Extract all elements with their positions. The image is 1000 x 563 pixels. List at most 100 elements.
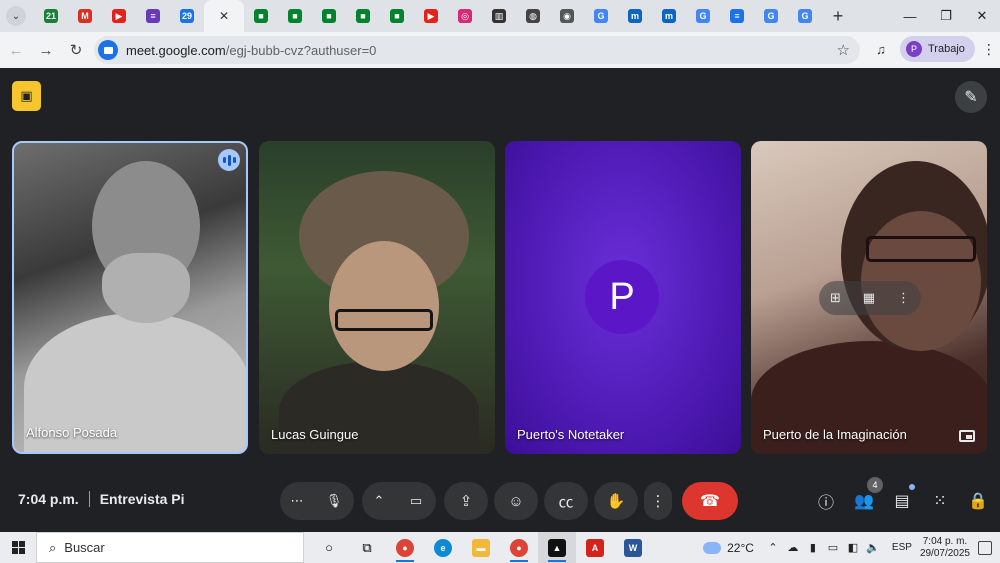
captions-icon[interactable]: ㏄ <box>544 482 588 520</box>
bookmark-star-icon[interactable]: ☆ <box>837 41 850 59</box>
site-info-icon[interactable] <box>98 40 118 60</box>
activities-icon[interactable]: ⁙ <box>921 486 959 516</box>
cortana-icon[interactable]: ○ <box>310 532 348 563</box>
task-view-icon[interactable]: ⧉ <box>348 532 386 563</box>
close-tab-icon[interactable]: ✕ <box>217 9 231 23</box>
participant-video <box>866 236 976 262</box>
browser-tab-strip: ⌄ 21 M ▶ ≡ 29 ✕ ■ ■ ■ ■ ■ ▶ ◎ ▥ ◍ ◉ Gm m G ≡ G G + — ❐ ✕ <box>0 0 1000 32</box>
raise-hand-icon[interactable]: ✋ <box>594 482 638 520</box>
forward-icon[interactable]: → <box>32 36 60 64</box>
url-text[interactable]: meet.google.com/egj-bubb-cvz?authuser=0 <box>126 43 376 58</box>
new-tab-button[interactable]: + <box>826 4 850 28</box>
participant-tile[interactable]: P Puerto's Notetaker <box>505 141 741 454</box>
people-icon[interactable]: 👥 4 <box>845 477 883 516</box>
tab-list: 21 M ▶ ≡ 29 ✕ ■ ■ ■ ■ ■ ▶ ◎ ▥ ◍ ◉ Gm m G ≡ G G <box>34 0 822 32</box>
browser-tab[interactable]: ■ <box>380 0 414 32</box>
address-bar[interactable]: meet.google.com/egj-bubb-cvz?authuser=0 … <box>94 36 860 64</box>
restore-button[interactable]: ❐ <box>928 0 964 32</box>
browser-tab[interactable]: M <box>68 0 102 32</box>
remove-from-grid-icon[interactable]: ▦ <box>863 290 875 306</box>
profile-button[interactable]: P Trabajo <box>900 36 975 62</box>
browser-tab[interactable]: ◉ <box>550 0 584 32</box>
browser-tab[interactable]: G <box>584 0 618 32</box>
file-explorer-icon[interactable]: ▬ <box>462 532 500 563</box>
youtube-icon: ▶ <box>112 9 126 23</box>
browser-tab[interactable]: ■ <box>346 0 380 32</box>
acrobat-app-icon[interactable]: A <box>576 532 614 563</box>
notifications-icon[interactable] <box>978 540 992 555</box>
calendar-icon: 29 <box>180 9 194 23</box>
battery-icon[interactable]: ▭ <box>824 541 842 554</box>
show-hidden-icons-icon[interactable]: ⌃ <box>764 541 782 554</box>
browser-tab[interactable]: ▥ <box>482 0 516 32</box>
camera-icon[interactable]: ▭ <box>396 482 436 520</box>
minimize-button[interactable]: — <box>892 0 928 32</box>
participant-name: Puerto de la Imaginación <box>763 427 907 442</box>
language-indicator[interactable]: ESP <box>892 542 912 553</box>
browser-tab[interactable]: G <box>686 0 720 32</box>
chat-icon[interactable]: ▤ <box>883 484 921 516</box>
browser-tab[interactable]: ■ <box>278 0 312 32</box>
reload-icon[interactable]: ↻ <box>62 36 90 64</box>
weather-widget[interactable]: 22°C <box>703 541 754 555</box>
edge-app-icon[interactable]: e <box>424 532 462 563</box>
browser-tab[interactable]: ◎ <box>448 0 482 32</box>
browser-tab[interactable]: m <box>618 0 652 32</box>
reactions-icon[interactable]: ☺ <box>494 482 538 520</box>
microphone-icon[interactable]: 🎙 <box>314 482 354 520</box>
leave-call-button[interactable]: ☎ <box>682 482 738 520</box>
video-options-icon[interactable]: ⌃ <box>362 482 396 520</box>
camera-off-indicator-icon[interactable]: ▣ <box>12 81 41 111</box>
participant-tile[interactable]: Lucas Guingue <box>259 141 495 454</box>
call-controls: ⋯ 🎙 ⌃ ▭ ⇪ ☺ ㏄ ✋ ⋮ ☎ <box>280 482 738 520</box>
browser-tab[interactable]: ≡ <box>136 0 170 32</box>
audio-options-icon[interactable]: ⋯ <box>280 482 314 520</box>
browser-tab[interactable]: m <box>652 0 686 32</box>
tab-search-icon[interactable]: ⌄ <box>6 6 26 26</box>
host-controls-icon[interactable]: 🔒 <box>959 486 997 516</box>
taskbar-clock[interactable]: 7:04 p. m. 29/07/2025 <box>920 536 970 560</box>
people-count-badge: 4 <box>867 477 883 493</box>
browser-tab[interactable]: ▶ <box>414 0 448 32</box>
media-control-icon[interactable]: ♫ <box>870 38 892 60</box>
browser-tab[interactable]: ✕ <box>204 0 244 32</box>
url-path: /egj-bubb-cvz?authuser=0 <box>225 42 377 58</box>
volume-icon[interactable]: 🔈 <box>864 541 882 554</box>
taskbar-search-box[interactable]: ⌕ Buscar <box>36 532 304 563</box>
cloud-sync-icon[interactable]: ☁ <box>784 541 802 554</box>
browser-tab[interactable]: ≡ <box>720 0 754 32</box>
present-screen-icon[interactable]: ⇪ <box>444 482 488 520</box>
word-app-icon[interactable]: W <box>614 532 652 563</box>
browser-tab[interactable]: G <box>788 0 822 32</box>
browser-tab[interactable]: ■ <box>244 0 278 32</box>
browser-tab[interactable]: ■ <box>312 0 346 32</box>
participant-tile[interactable]: Alfonso Posada <box>12 141 248 454</box>
chrome-app-icon[interactable]: ● <box>386 532 424 563</box>
meeting-details-icon[interactable]: ⓘ <box>807 486 845 516</box>
more-options-icon[interactable]: ⋮ <box>644 482 672 520</box>
photos-app-icon[interactable]: ▲ <box>538 532 576 563</box>
picture-in-picture-icon[interactable] <box>959 430 975 442</box>
browser-tab[interactable]: 21 <box>34 0 68 32</box>
browser-tab[interactable]: ◍ <box>516 0 550 32</box>
chrome-icon: ◉ <box>560 9 574 23</box>
browser-tab[interactable]: G <box>754 0 788 32</box>
back-icon[interactable]: ← <box>2 36 30 64</box>
instagram-icon: ◎ <box>458 9 472 23</box>
browser-tab[interactable]: 29 <box>170 0 204 32</box>
windows-start-icon[interactable] <box>0 532 36 563</box>
browser-tab[interactable]: ▶ <box>102 0 136 32</box>
network-icon[interactable]: ◧ <box>844 541 862 554</box>
close-window-button[interactable]: ✕ <box>964 0 1000 32</box>
speaking-indicator-icon <box>218 149 240 171</box>
usb-icon[interactable]: ▮ <box>804 541 822 554</box>
more-options-icon[interactable]: ⋮ <box>897 290 910 306</box>
chrome-profile-app-icon[interactable]: ● <box>500 532 538 563</box>
pin-to-screen-icon[interactable]: ⊞ <box>830 290 841 306</box>
browser-menu-icon[interactable]: ⋮ <box>981 41 997 58</box>
participant-name: Lucas Guingue <box>271 427 359 442</box>
edit-pencil-icon[interactable]: ✎ <box>955 81 987 113</box>
participant-tile[interactable]: ⊞ ▦ ⋮ Puerto de la Imaginación <box>751 141 987 454</box>
side-panel-controls: ⓘ 👥 4 ▤ ⁙ 🔒 <box>807 477 997 516</box>
divider <box>88 491 90 507</box>
